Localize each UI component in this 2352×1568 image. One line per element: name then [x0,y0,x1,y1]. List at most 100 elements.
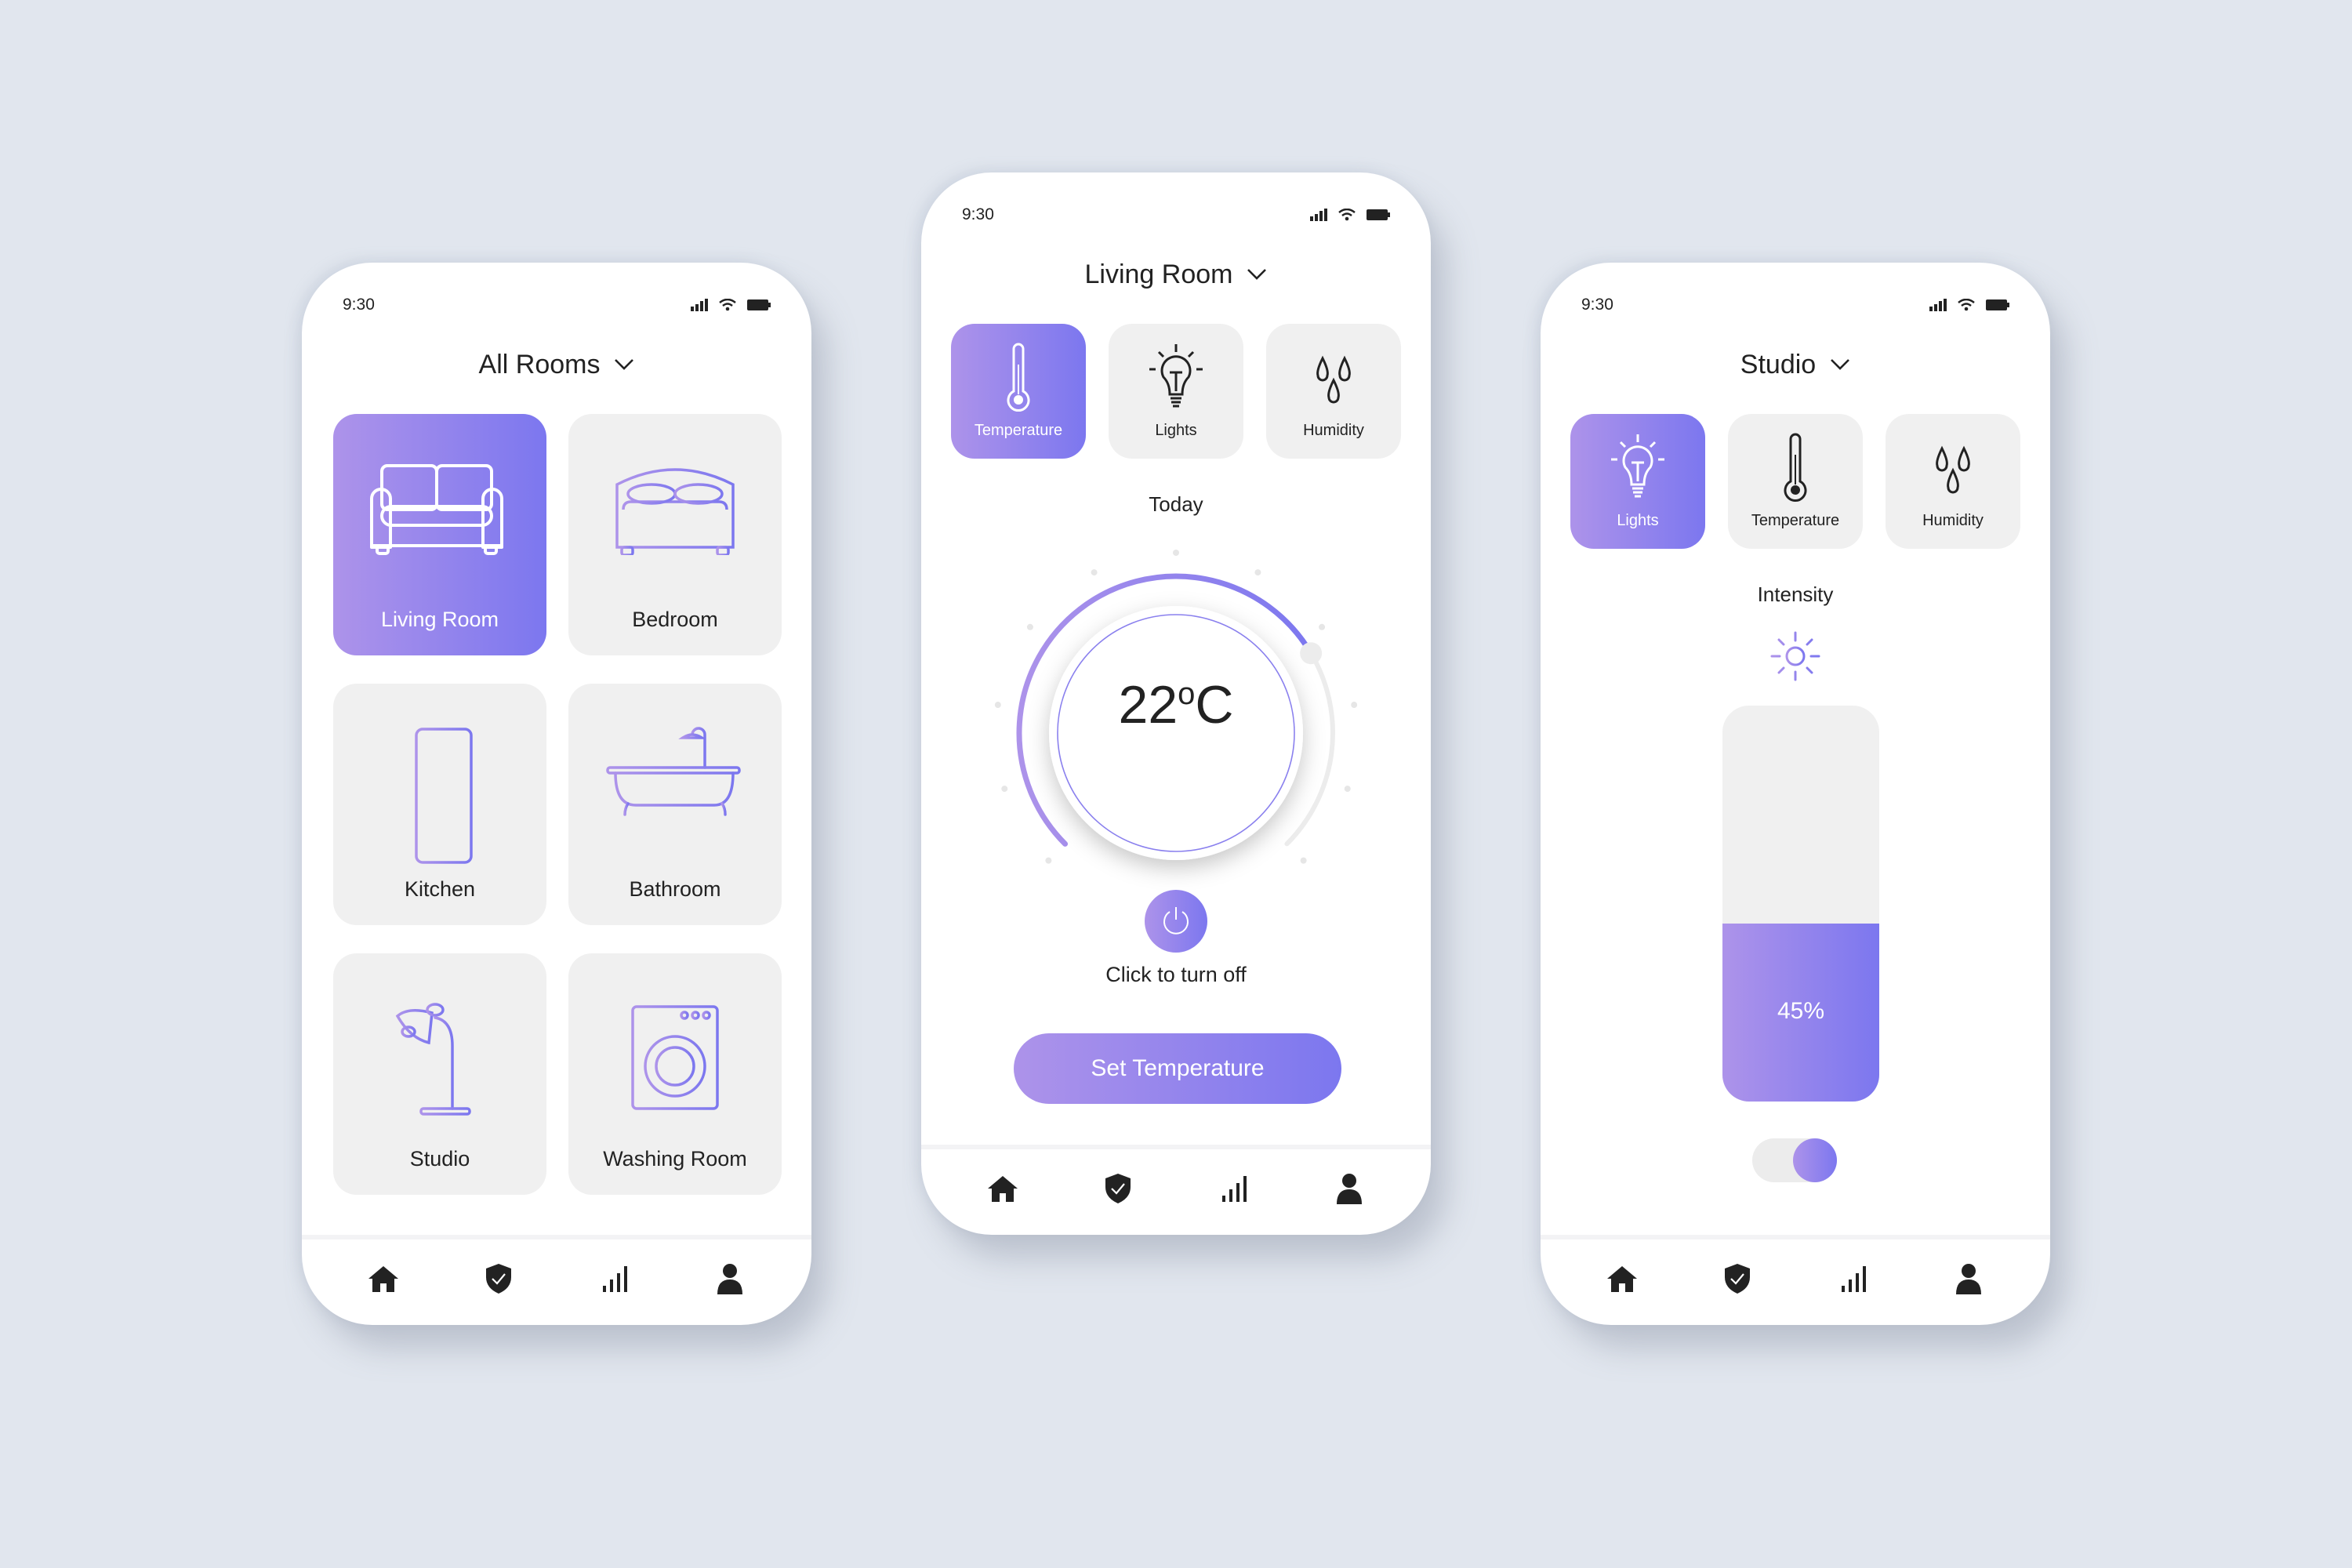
thermometer-icon [1007,343,1030,412]
intensity-value: 45% [1777,998,1825,1025]
nav-profile[interactable] [1326,1165,1373,1212]
sun-icon [1770,631,1820,681]
room-card-living-room[interactable]: Living Room [333,414,546,655]
signal-icon [691,299,708,311]
thermometer-icon [1784,433,1807,503]
user-icon [717,1263,743,1294]
stats-icon [1841,1265,1866,1292]
nav-home[interactable] [979,1165,1026,1212]
bottom-nav [1541,1235,2050,1325]
droplets-icon [1316,355,1351,404]
shield-check-icon [486,1263,512,1294]
dial-tick-dot [1173,550,1179,556]
user-icon [1956,1263,1982,1294]
wifi-icon [1338,209,1356,221]
nav-security[interactable] [1094,1165,1142,1212]
tab-label: Humidity [1922,512,1984,529]
desk-lamp-icon [395,1003,471,1116]
fridge-icon [415,728,473,864]
nav-profile[interactable] [1945,1255,1992,1302]
tab-lights[interactable]: Lights [1109,324,1243,459]
bottom-nav [921,1145,1431,1235]
room-selector[interactable]: Studio [1541,341,2050,388]
battery-icon [1367,209,1390,220]
chevron-down-icon [1247,269,1267,280]
control-tabs: Temperature Lights Humidity [951,324,1401,459]
tab-label: Lights [1155,422,1197,439]
status-bar: 9:30 [1581,291,2009,319]
power-caption: Click to turn off [1105,963,1247,986]
intensity-label: Intensity [1757,583,1834,606]
status-bar: 9:30 [962,201,1390,229]
battery-icon [747,299,771,310]
toggle-knob [1793,1138,1837,1182]
room-card-kitchen[interactable]: Kitchen [333,684,546,925]
set-temperature-button[interactable]: Set Temperature [1014,1033,1341,1104]
lightbulb-icon [1149,344,1203,408]
signal-icon [1929,299,1947,311]
dial-tick-dot [1001,786,1008,793]
room-card-studio[interactable]: Studio [333,953,546,1195]
nav-security[interactable] [475,1255,522,1302]
room-label: Studio [409,1147,470,1171]
dial-tick-dot [1091,569,1098,576]
power-button[interactable] [1145,890,1207,953]
intensity-slider[interactable]: 45% [1722,706,1879,1102]
bathtub-icon [606,727,741,816]
battery-icon [1986,299,2009,310]
power-icon [1163,907,1189,935]
nav-statistics[interactable] [591,1255,638,1302]
shield-check-icon [1105,1173,1131,1203]
tab-humidity[interactable]: Humidity [1266,324,1401,459]
room-label: Kitchen [404,877,476,901]
dial-tick-dot [1344,786,1351,793]
status-time: 9:30 [1581,296,1613,314]
wifi-icon [1958,299,1975,311]
nav-home[interactable] [360,1255,407,1302]
home-icon [368,1265,398,1292]
nav-profile[interactable] [706,1255,753,1302]
status-bar: 9:30 [343,291,771,319]
room-card-bedroom[interactable]: Bedroom [568,414,782,655]
stats-icon [602,1265,627,1292]
dial-tick-dot [1045,857,1052,864]
room-card-bathroom[interactable]: Bathroom [568,684,782,925]
lightbulb-icon [1611,434,1664,498]
nav-statistics[interactable] [1830,1255,1877,1302]
nav-home[interactable] [1599,1255,1646,1302]
bed-icon [615,468,735,555]
sofa-icon [370,464,503,555]
stats-icon [1221,1175,1247,1202]
tab-lights[interactable]: Lights [1570,414,1705,549]
bottom-nav [302,1235,811,1325]
status-time: 9:30 [343,296,375,314]
light-toggle[interactable] [1752,1138,1837,1182]
page-title: All Rooms [478,349,601,379]
room-selector[interactable]: All Rooms [302,341,811,388]
page-title: Studio [1740,349,1817,379]
nav-security[interactable] [1714,1255,1761,1302]
washing-machine-icon [631,1005,719,1110]
user-icon [1337,1173,1363,1204]
rooms-grid: Living Room Bedroom Kitchen Bathroom Stu… [333,414,782,1195]
page-title: Living Room [1084,259,1233,289]
dial-handle[interactable] [1300,642,1323,665]
chevron-down-icon [615,359,634,370]
status-time: 9:30 [962,205,994,223]
dial-tick-dot [1319,623,1326,630]
dial-tick-dot [1026,623,1033,630]
phone-all-rooms: 9:30 All Rooms Living Room Bedroom Kitch… [302,263,811,1325]
tab-temperature[interactable]: Temperature [1728,414,1863,549]
signal-icon [1310,209,1327,221]
wifi-icon [719,299,736,311]
nav-statistics[interactable] [1210,1165,1258,1212]
tab-humidity[interactable]: Humidity [1886,414,2020,549]
dial-tick-dot [1254,569,1261,576]
chevron-down-icon [1831,359,1850,370]
control-tabs: Lights Temperature Humidity [1570,414,2020,549]
tab-temperature[interactable]: Temperature [951,324,1086,459]
room-card-washing-room[interactable]: Washing Room [568,953,782,1195]
tab-label: Humidity [1303,422,1364,439]
room-selector[interactable]: Living Room [921,251,1431,298]
droplets-icon [1936,445,1970,494]
